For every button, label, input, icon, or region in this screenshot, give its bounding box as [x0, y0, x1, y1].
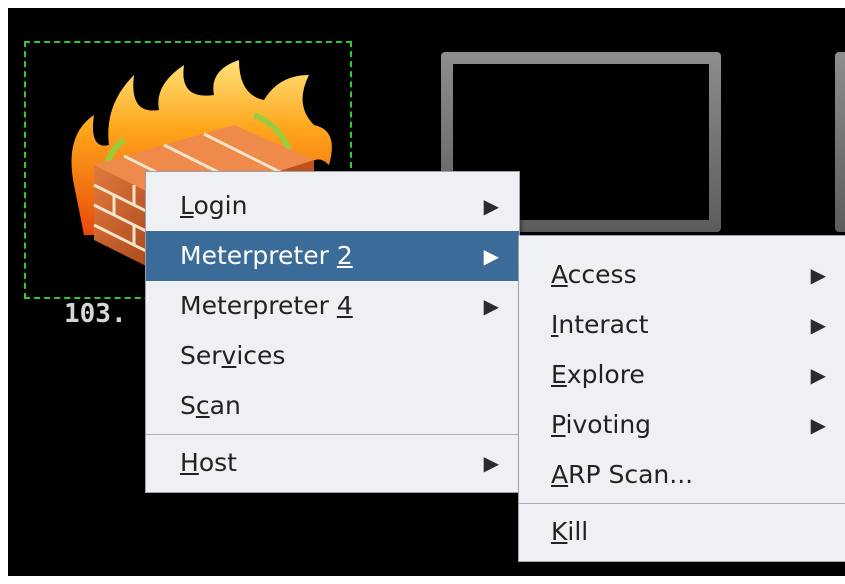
menu-item-kill[interactable]: Kill [519, 507, 845, 557]
submenu-arrow-icon: ▶ [810, 313, 826, 337]
menu-item-access[interactable]: Access ▶ [519, 250, 845, 300]
menu-item-host[interactable]: Host ▶ [146, 438, 519, 488]
menu-item-label: Services [180, 341, 286, 370]
menu-separator [519, 503, 845, 504]
menu-item-meterpreter-4[interactable]: Meterpreter 4 ▶ [146, 281, 519, 331]
menu-item-label: Meterpreter 2 [180, 241, 353, 270]
menu-item-label: Kill [551, 517, 589, 546]
menu-item-pivoting[interactable]: Pivoting ▶ [519, 400, 845, 450]
menu-item-meterpreter-2[interactable]: Meterpreter 2 ▶ [146, 231, 519, 281]
submenu-arrow-icon: ▶ [483, 194, 499, 218]
menu-item-label: Host [180, 448, 237, 477]
host-context-menu: Login ▶ Meterpreter 2 ▶ Meterpreter 4 ▶ … [145, 171, 520, 493]
submenu-arrow-icon: ▶ [483, 244, 499, 268]
menu-separator [146, 434, 519, 435]
menu-item-explore[interactable]: Explore ▶ [519, 350, 845, 400]
menu-item-arp-scan[interactable]: ARP Scan... [519, 450, 845, 500]
meterpreter-submenu: Access ▶ Interact ▶ Explore ▶ Pivoting ▶… [518, 235, 845, 562]
menu-item-label: Meterpreter 4 [180, 291, 353, 320]
menu-item-login[interactable]: Login ▶ [146, 181, 519, 231]
submenu-arrow-icon: ▶ [483, 294, 499, 318]
target-host-node-2[interactable] [835, 52, 845, 232]
menu-item-interact[interactable]: Interact ▶ [519, 300, 845, 350]
menu-item-label: Interact [551, 310, 649, 339]
host-ip-label: 103. [64, 299, 127, 329]
menu-item-label: Explore [551, 360, 645, 389]
menu-item-label: Access [551, 260, 637, 289]
menu-item-scan[interactable]: Scan [146, 381, 519, 431]
submenu-arrow-icon: ▶ [810, 363, 826, 387]
menu-item-services[interactable]: Services [146, 331, 519, 381]
menu-item-label: Login [180, 191, 248, 220]
menu-item-label: ARP Scan... [551, 460, 694, 489]
graph-canvas[interactable]: 103. Login ▶ Meterpreter 2 ▶ Meterpreter… [8, 8, 845, 576]
submenu-arrow-icon: ▶ [483, 451, 499, 475]
menu-item-label: Scan [180, 391, 241, 420]
submenu-arrow-icon: ▶ [810, 263, 826, 287]
submenu-arrow-icon: ▶ [810, 413, 826, 437]
menu-item-label: Pivoting [551, 410, 652, 439]
